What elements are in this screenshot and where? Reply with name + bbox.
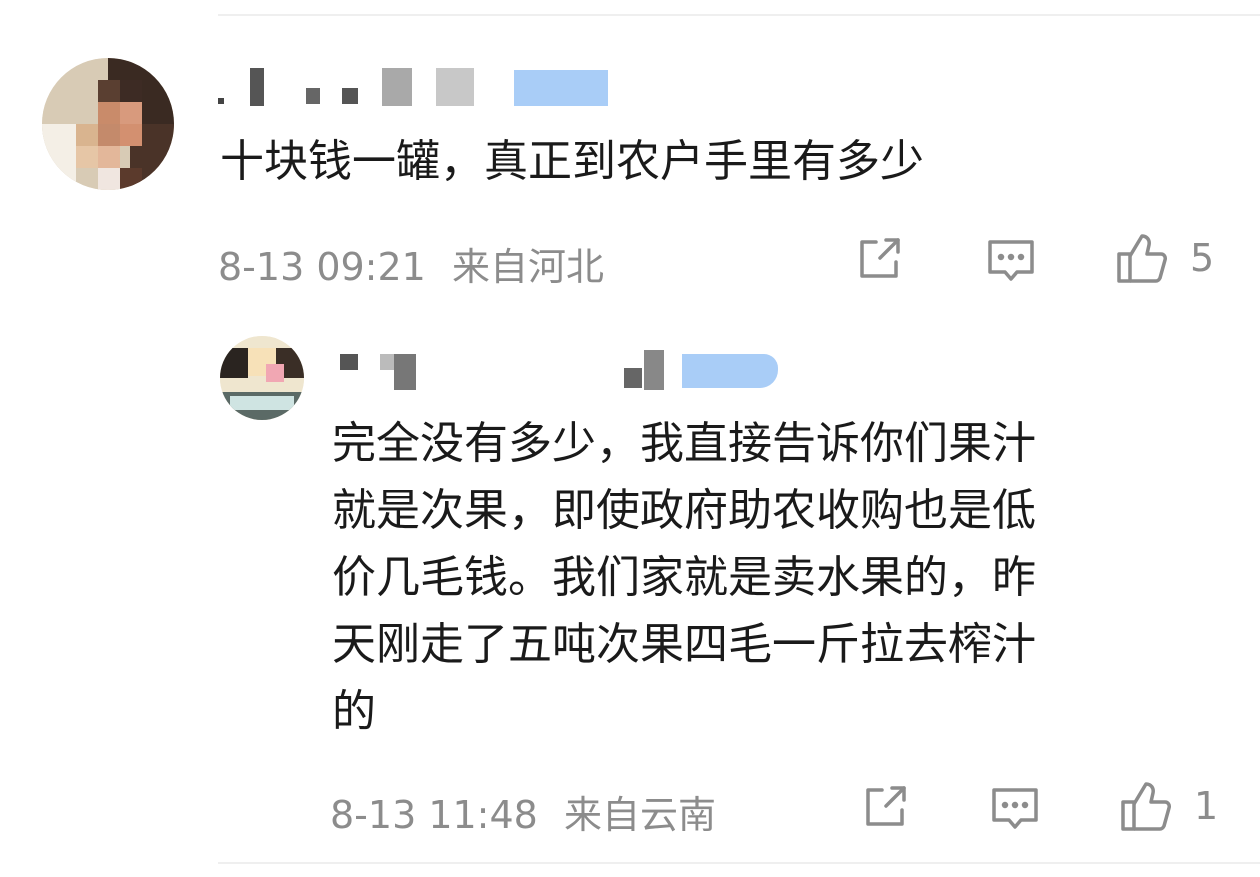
like-button[interactable]: 5 — [1116, 232, 1214, 284]
location: 来自云南 — [563, 793, 716, 837]
avatar[interactable] — [42, 58, 174, 190]
share-icon — [866, 786, 906, 826]
username[interactable] — [218, 66, 618, 106]
share-icon — [860, 238, 900, 278]
thumbs-up-icon — [1121, 782, 1171, 831]
bottom-divider — [218, 862, 1260, 864]
comment-text-line: 完全没有多少，我直接告诉你们果汁 — [332, 418, 1036, 469]
location: 来自河北 — [451, 245, 604, 289]
comment-meta: 8-13 11:48 来自云南 — [330, 784, 716, 839]
like-count: 5 — [1190, 236, 1215, 280]
top-divider — [218, 14, 1260, 16]
reply-button[interactable] — [986, 236, 1036, 284]
comment-text-line: 天刚走了五吨次果四毛一斤拉去榨汁 — [332, 619, 1036, 670]
comment-text-line: 价几毛钱。我们家就是卖水果的，昨 — [332, 552, 1036, 603]
comment-meta: 8-13 09:21 来自河北 — [218, 236, 604, 291]
comment-text-line: 就是次果，即使政府助农收购也是低 — [332, 485, 1036, 536]
comment-icon — [988, 240, 1034, 281]
comment-text: 完全没有多少，我直接告诉你们果汁 就是次果，即使政府助农收购也是低 价几毛钱。我… — [332, 410, 1212, 745]
timestamp: 8-13 09:21 — [218, 245, 426, 289]
share-button[interactable] — [854, 236, 902, 284]
reply-button[interactable] — [990, 784, 1040, 832]
like-button[interactable]: 1 — [1120, 780, 1218, 832]
comment-text-line: 的 — [332, 686, 376, 737]
share-button[interactable] — [860, 784, 908, 832]
like-count: 1 — [1194, 784, 1219, 828]
comment-icon — [992, 788, 1038, 829]
avatar[interactable] — [220, 336, 304, 420]
username[interactable] — [340, 350, 800, 390]
comment-text: 十块钱一罐，真正到农户手里有多少 — [220, 136, 924, 187]
thumbs-up-icon — [1117, 234, 1167, 283]
timestamp: 8-13 11:48 — [330, 793, 538, 837]
